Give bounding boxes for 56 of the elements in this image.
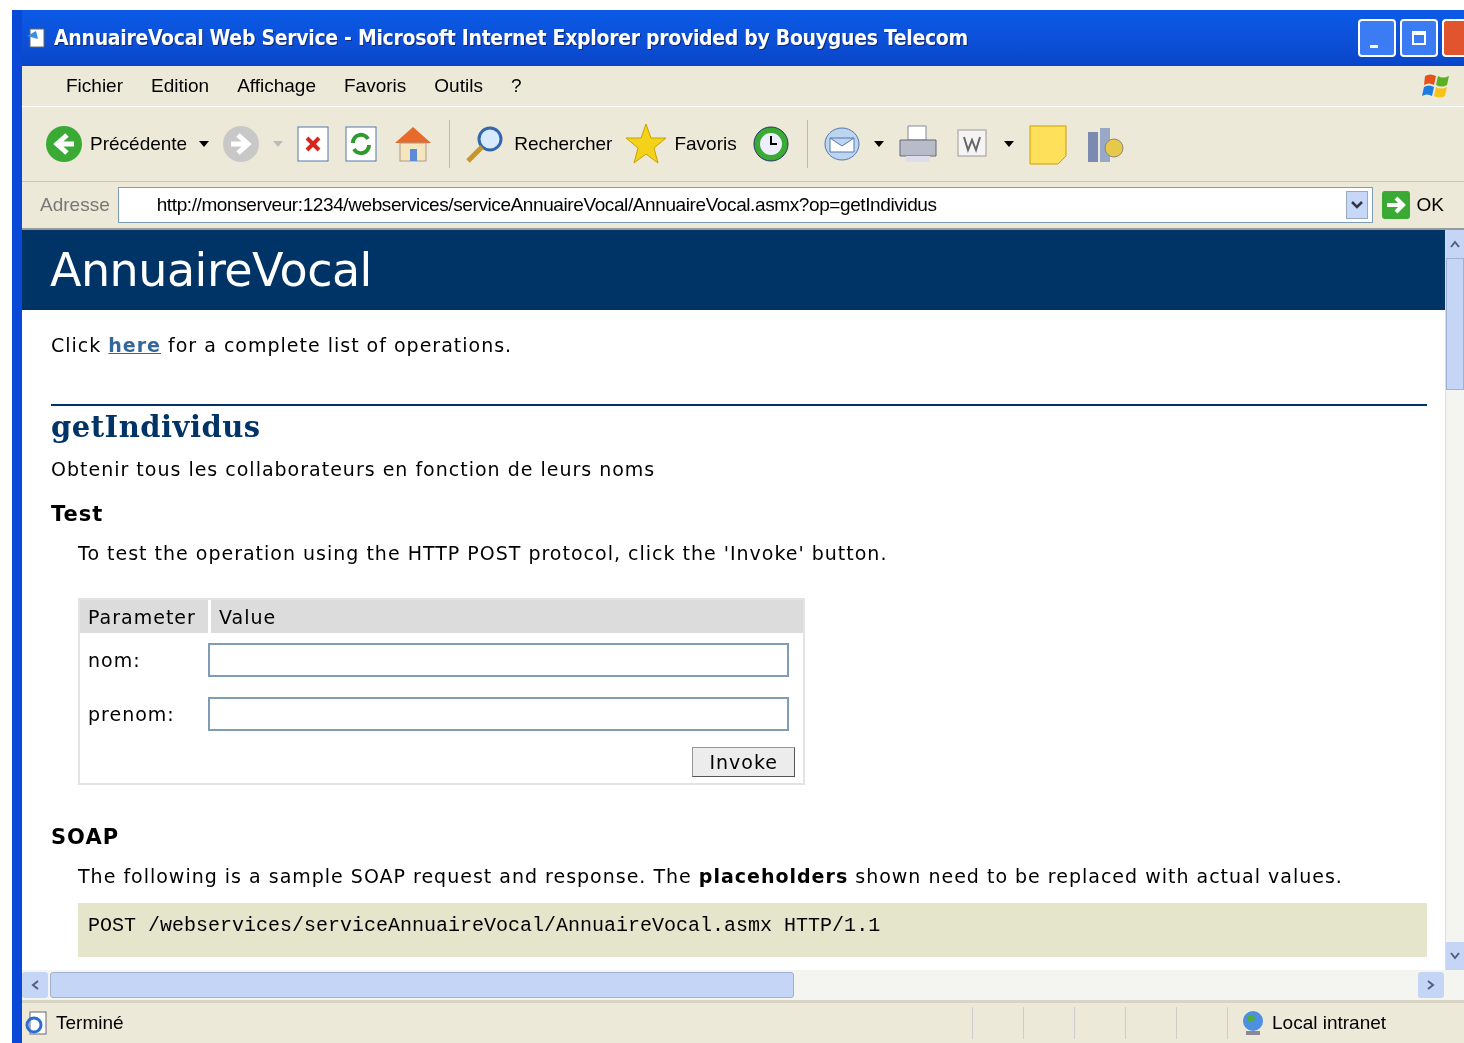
close-button[interactable] (1442, 19, 1464, 57)
scroll-thumb[interactable] (50, 972, 794, 998)
page-icon (26, 27, 48, 49)
input-field[interactable] (208, 643, 789, 677)
address-label: Adresse (40, 194, 110, 216)
scroll-right-icon[interactable] (1426, 979, 1436, 991)
column-header: Value (208, 600, 277, 633)
menu-item[interactable]: Edition (137, 75, 224, 97)
parameter-name: prenom: (87, 703, 176, 725)
go-button[interactable]: OK (1380, 190, 1464, 220)
operation-title: getIndividus (51, 410, 262, 444)
star-icon (624, 122, 669, 166)
minimize-icon (1370, 44, 1378, 48)
soap-description: The following is a sample SOAP request and response. The placeholders shown need to be replaced with actual values. (77, 865, 1344, 887)
operations-link[interactable]: here (108, 334, 161, 356)
scroll-up-icon[interactable] (1449, 239, 1461, 249)
dropdown-icon[interactable] (1345, 191, 1368, 219)
caret-icon[interactable] (873, 141, 884, 147)
menu-item[interactable]: Outils (420, 75, 497, 97)
test-instructions: To test the operation using the HTTP POST protocol, click the 'Invoke' button. (77, 542, 889, 564)
section-heading: SOAP (51, 825, 121, 849)
section-heading: Test (51, 502, 105, 526)
menu-item[interactable]: ? (496, 75, 536, 97)
scroll-thumb[interactable] (1446, 258, 1464, 390)
windows-logo-icon (1422, 72, 1452, 100)
horizontal-scrollbar[interactable] (22, 970, 1464, 1000)
intro-text: Click here for a complete list of operations. (51, 333, 514, 356)
window-title: AnnuaireVocal Web Service - Microsoft Internet Explorer provided by Bouygues Telecom (54, 26, 968, 50)
caret-icon[interactable] (1003, 141, 1014, 147)
page-icon (24, 1010, 50, 1036)
refresh-icon[interactable] (343, 125, 380, 163)
vertical-scrollbar[interactable] (1445, 230, 1464, 970)
column-header: Parameter (87, 605, 197, 628)
input-field[interactable] (208, 697, 789, 731)
menu-item[interactable]: Fichier (52, 75, 137, 97)
maximize-button[interactable] (1400, 19, 1438, 57)
parameter-name: nom: (87, 649, 142, 671)
minimize-button[interactable] (1358, 19, 1396, 57)
maximize-icon (1411, 30, 1427, 46)
zone-text: Local intranet (1272, 1012, 1387, 1034)
scroll-down-icon[interactable] (1449, 951, 1461, 961)
scroll-left-icon[interactable] (30, 979, 40, 991)
menu-item[interactable]: Favoris (330, 75, 421, 97)
search-button[interactable]: Rechercher (464, 124, 613, 164)
mail-icon[interactable] (821, 124, 862, 164)
favorites-button[interactable]: Favoris (624, 122, 737, 166)
operation-description: Obtenir tous les collaborateurs en fonction de leurs noms (51, 458, 657, 480)
address-field[interactable]: http://monserveur:1234/webservices/serviceAnnuaireVocal/AnnuaireVocal.asmx?op=getIndividus (117, 187, 1373, 223)
status-text: Terminé (56, 1012, 125, 1034)
invoke-button[interactable]: Invoke (692, 747, 795, 777)
menu-item[interactable]: Affichage (223, 75, 330, 97)
stop-icon[interactable] (295, 125, 332, 163)
caret-icon[interactable] (199, 141, 210, 147)
banner-title: AnnuaireVocal (50, 243, 372, 297)
code-line: POST /webservices/serviceAnnuaireVocal/AnnuaireVocal.asmx HTTP/1.1 (88, 914, 881, 937)
back-button[interactable]: Précédente (44, 124, 188, 164)
